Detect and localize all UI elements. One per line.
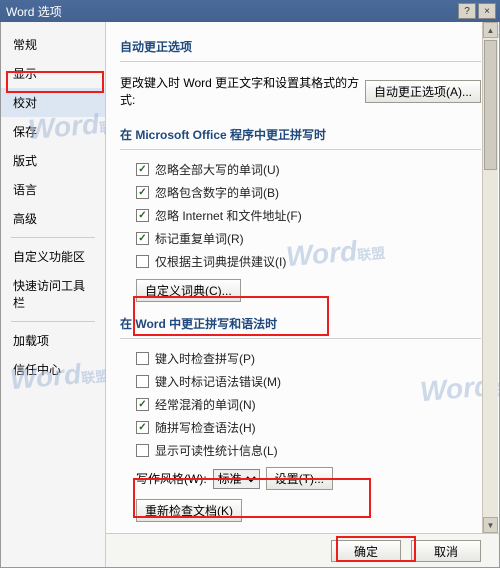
chk-flag-repeated[interactable] [136, 232, 149, 245]
writing-style-label: 写作风格(W): [136, 470, 207, 487]
autocorrect-intro: 更改键入时 Word 更正文字和设置其格式的方式: [120, 74, 365, 108]
help-button[interactable]: ? [458, 3, 476, 19]
divider [120, 149, 481, 150]
chk-grammar-with-spelling[interactable] [136, 421, 149, 434]
dialog-footer: 确定 取消 [106, 533, 499, 567]
nav-separator [11, 321, 95, 322]
nav-item-trust[interactable]: 信任中心 [1, 355, 105, 384]
ok-button[interactable]: 确定 [331, 540, 401, 562]
chk-readability-stats[interactable] [136, 444, 149, 457]
lbl-ignore-uppercase: 忽略全部大写的单词(U) [155, 161, 280, 178]
nav-item-proofing[interactable]: 校对 [1, 88, 105, 117]
section-word-spelling-grammar: 在 Word 中更正拼写和语法时 [120, 305, 481, 338]
lbl-flag-repeated: 标记重复单词(R) [155, 230, 244, 247]
window-title: Word 选项 [4, 3, 456, 20]
scroll-track[interactable] [483, 38, 498, 517]
lbl-grammar-with-spelling: 随拼写检查语法(H) [155, 419, 256, 436]
chk-check-spelling-typing[interactable] [136, 352, 149, 365]
dialog-body: 常规 显示 校对 保存 版式 语言 高级 自定义功能区 快速访问工具栏 加载项 … [0, 22, 500, 568]
lbl-confused-words: 经常混淆的单词(N) [155, 396, 256, 413]
lbl-ignore-numbers: 忽略包含数字的单词(B) [155, 184, 279, 201]
lbl-readability-stats: 显示可读性统计信息(L) [155, 442, 278, 459]
divider [120, 61, 481, 62]
scroll-down-icon[interactable]: ▼ [483, 517, 498, 533]
lbl-main-dict-only: 仅根据主词典提供建议(I) [155, 253, 286, 270]
chk-ignore-internet[interactable] [136, 209, 149, 222]
recheck-document-button[interactable]: 重新检查文档(K) [136, 499, 242, 522]
chk-mark-grammar-typing[interactable] [136, 375, 149, 388]
nav-item-language[interactable]: 语言 [1, 175, 105, 204]
section-autocorrect: 自动更正选项 [120, 28, 481, 61]
custom-dictionaries-button[interactable]: 自定义词典(C)... [136, 279, 241, 302]
chk-confused-words[interactable] [136, 398, 149, 411]
nav-item-customize-ribbon[interactable]: 自定义功能区 [1, 242, 105, 271]
scroll-up-icon[interactable]: ▲ [483, 22, 498, 38]
cancel-button[interactable]: 取消 [411, 540, 481, 562]
nav-item-general[interactable]: 常规 [1, 30, 105, 59]
lbl-ignore-internet: 忽略 Internet 和文件地址(F) [155, 207, 302, 224]
chk-ignore-numbers[interactable] [136, 186, 149, 199]
nav-item-save[interactable]: 保存 [1, 117, 105, 146]
section-office-spelling: 在 Microsoft Office 程序中更正拼写时 [120, 116, 481, 149]
nav-pane: 常规 显示 校对 保存 版式 语言 高级 自定义功能区 快速访问工具栏 加载项 … [1, 22, 106, 567]
nav-item-quick-access[interactable]: 快速访问工具栏 [1, 271, 105, 317]
close-button[interactable]: × [478, 3, 496, 19]
main-panel: 自动更正选项 更改键入时 Word 更正文字和设置其格式的方式: 自动更正选项(… [106, 22, 499, 567]
autocorrect-options-button[interactable]: 自动更正选项(A)... [365, 80, 481, 103]
nav-item-advanced[interactable]: 高级 [1, 204, 105, 233]
nav-item-layout[interactable]: 版式 [1, 146, 105, 175]
divider [120, 338, 481, 339]
section-exceptions: 例外项(X): 网站金字塔结构.docx [120, 525, 481, 533]
lbl-mark-grammar-typing: 键入时标记语法错误(M) [155, 373, 281, 390]
chk-main-dict-only[interactable] [136, 255, 149, 268]
nav-separator [11, 237, 95, 238]
writing-style-select[interactable]: 标准 [213, 469, 260, 489]
titlebar: Word 选项 ? × [0, 0, 500, 22]
main-scroll-area: 自动更正选项 更改键入时 Word 更正文字和设置其格式的方式: 自动更正选项(… [106, 22, 499, 533]
lbl-check-spelling-typing: 键入时检查拼写(P) [155, 350, 255, 367]
nav-item-display[interactable]: 显示 [1, 59, 105, 88]
vertical-scrollbar[interactable]: ▲ ▼ [482, 22, 498, 533]
writing-style-settings-button[interactable]: 设置(T)... [266, 467, 333, 490]
chk-ignore-uppercase[interactable] [136, 163, 149, 176]
scroll-thumb[interactable] [484, 40, 497, 170]
nav-item-addins[interactable]: 加载项 [1, 326, 105, 355]
